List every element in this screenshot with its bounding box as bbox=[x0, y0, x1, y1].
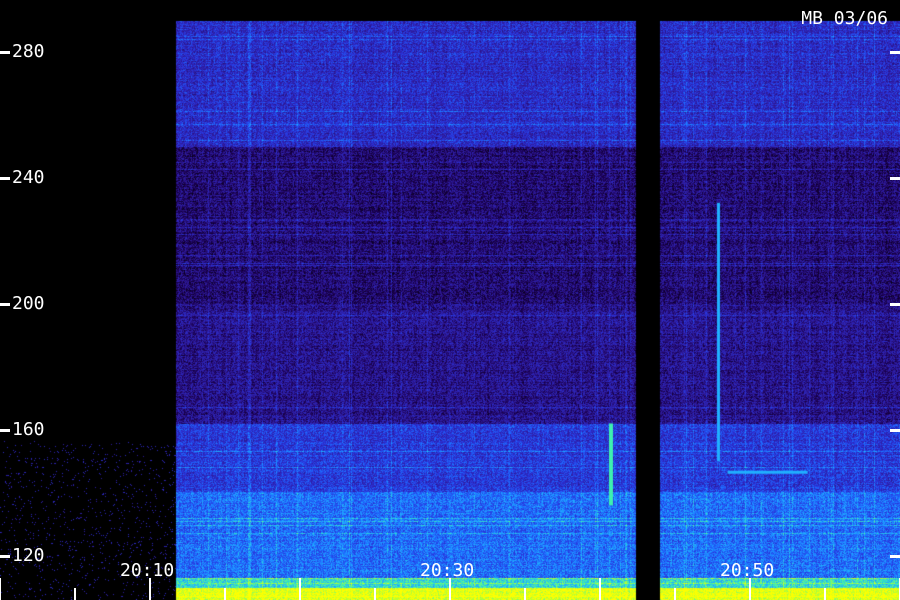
x-tick-mark bbox=[449, 578, 451, 600]
y-tick-mark-right bbox=[890, 428, 900, 432]
x-tick-mark bbox=[0, 578, 1, 600]
x-tick-mark bbox=[299, 578, 301, 600]
x-tick-mark bbox=[824, 588, 826, 600]
y-tick-mark bbox=[0, 554, 10, 558]
x-tick-mark bbox=[749, 578, 751, 600]
y-tick-mark-right bbox=[890, 176, 900, 180]
y-tick-label: 240 bbox=[12, 166, 45, 188]
x-tick-label: 20:30 bbox=[420, 560, 475, 581]
y-tick-label: 120 bbox=[12, 544, 45, 566]
chart-title: MB 03/06 bbox=[801, 8, 888, 29]
y-tick-mark bbox=[0, 428, 10, 432]
x-tick-mark bbox=[74, 588, 76, 600]
y-tick-mark-right bbox=[890, 50, 900, 54]
x-tick-mark bbox=[674, 588, 676, 600]
x-tick-mark bbox=[524, 588, 526, 600]
y-tick-mark-right bbox=[890, 302, 900, 306]
axes-overlay: MB 03/06 120 160 200 240 280 20:10 20:30 20:50 bbox=[0, 0, 900, 600]
x-tick-label: 20:50 bbox=[720, 560, 775, 581]
x-tick-mark bbox=[374, 588, 376, 600]
y-tick-label: 280 bbox=[12, 40, 45, 62]
x-tick-mark bbox=[224, 588, 226, 600]
y-tick-mark bbox=[0, 50, 10, 54]
y-tick-mark-right bbox=[890, 554, 900, 558]
y-tick-mark bbox=[0, 176, 10, 180]
y-tick-label: 200 bbox=[12, 292, 45, 314]
x-tick-mark bbox=[149, 578, 151, 600]
y-tick-label: 160 bbox=[12, 418, 45, 440]
x-tick-label: 20:10 bbox=[120, 560, 175, 581]
x-tick-mark bbox=[599, 578, 601, 600]
y-tick-mark bbox=[0, 302, 10, 306]
